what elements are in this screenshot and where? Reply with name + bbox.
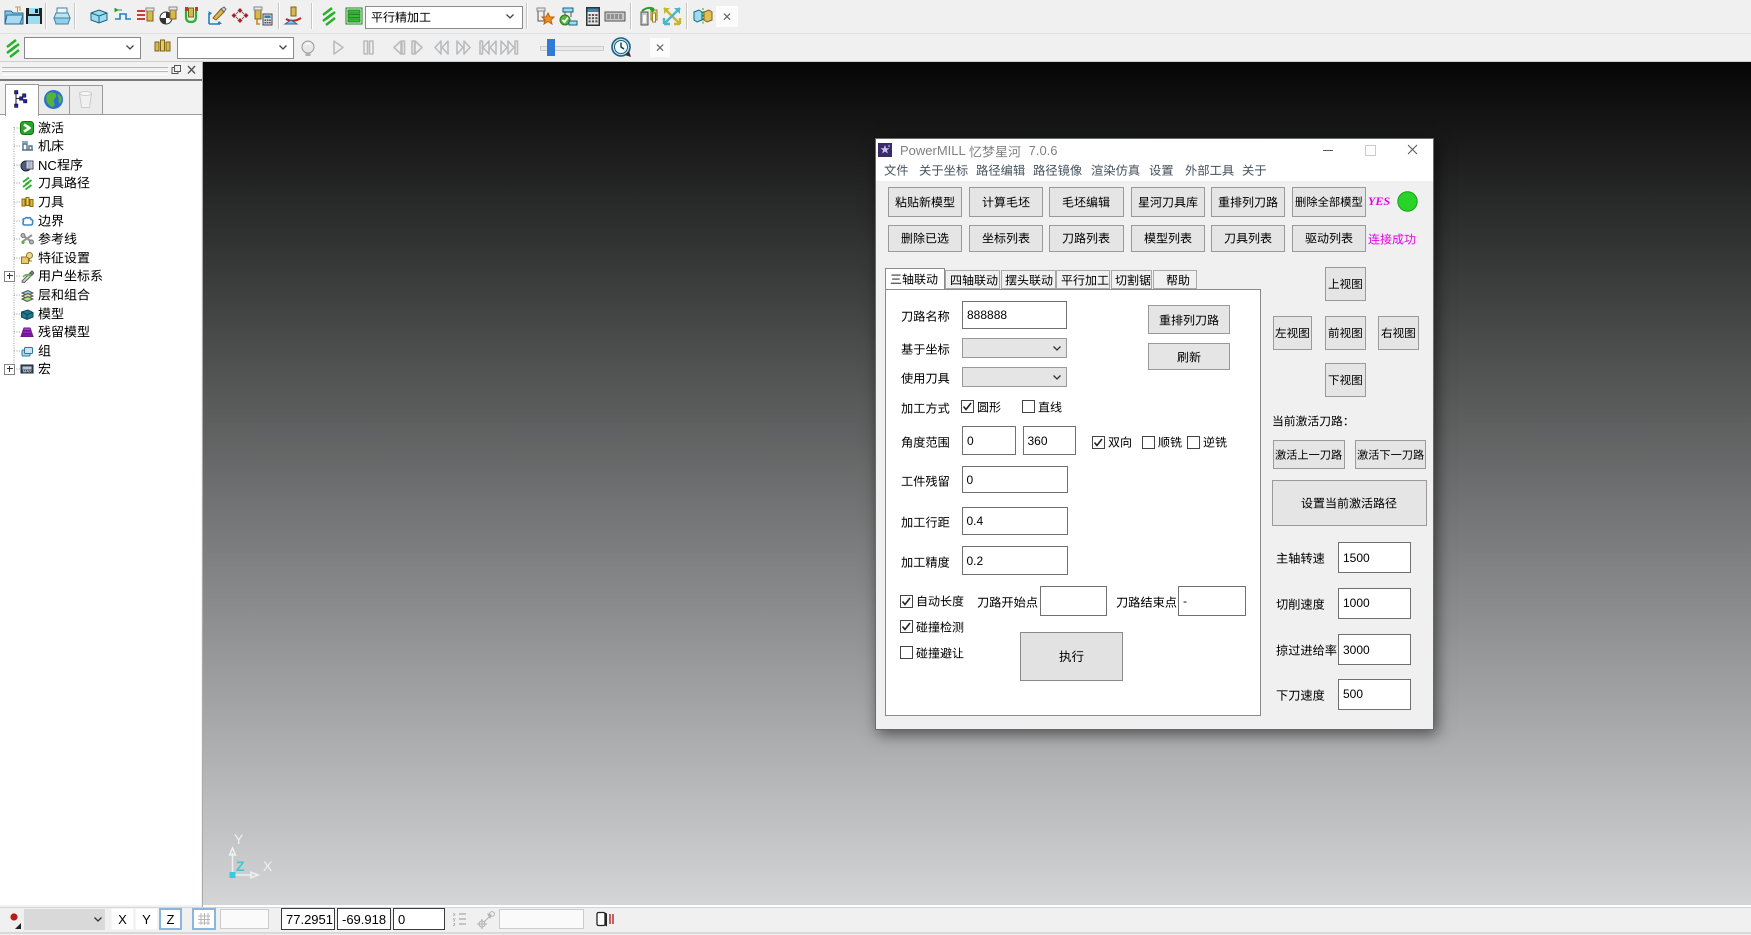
svg-text:Z: Z	[236, 858, 245, 874]
svg-text:X: X	[263, 858, 273, 874]
svg-text:Y: Y	[234, 831, 244, 847]
svg-text:MAX: MAX	[23, 369, 32, 374]
svg-text:z: z	[453, 922, 456, 927]
